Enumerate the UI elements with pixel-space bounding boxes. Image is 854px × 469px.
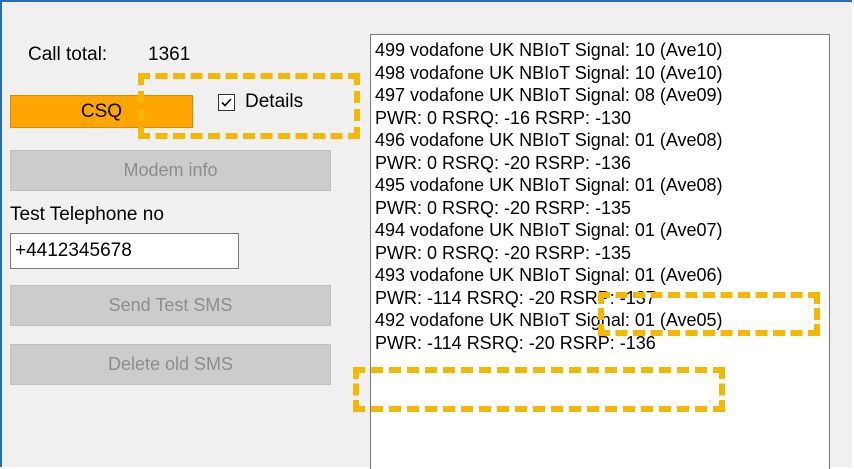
details-checkbox[interactable] — [218, 93, 235, 111]
log-line: 497 vodafone UK NBIoT Signal: 08 (Ave09) — [375, 85, 723, 105]
send-test-sms-button[interactable]: Send Test SMS — [10, 285, 331, 326]
modem-info-button[interactable]: Modem info — [10, 150, 331, 191]
log-line: 494 vodafone UK NBIoT Signal: 01 (Ave07) — [375, 220, 723, 240]
log-line: PWR: 0 RSRQ: -20 RSRP: -135 — [375, 197, 632, 218]
delete-old-sms-button[interactable]: Delete old SMS — [10, 344, 331, 385]
log-line: 496 vodafone UK NBIoT Signal: 01 (Ave08) — [375, 130, 723, 150]
log-line: PWR: -114 RSRQ: -20 RSRP: -136 — [375, 332, 656, 353]
log-line: 498 vodafone UK NBIoT Signal: 10 (Ave10) — [375, 62, 723, 83]
log-line: PWR: 0 RSRQ: -16 RSRP: -130 — [375, 107, 632, 128]
details-checkbox-group[interactable]: Details — [218, 91, 303, 113]
log-line: 499 vodafone UK NBIoT Signal: 10 (Ave10) — [375, 40, 723, 60]
log-line: PWR: 0 RSRQ: -20 RSRP: -136 — [375, 152, 632, 173]
log-line: 493 vodafone UK NBIoT Signal: 01 (Ave06) — [375, 265, 723, 285]
signal-log-listbox[interactable]: 499 vodafone UK NBIoT Signal: 10 (Ave10)… — [370, 34, 830, 469]
call-total-label: Call total: — [28, 44, 108, 65]
csq-button[interactable]: CSQ — [10, 95, 193, 128]
test-telephone-input[interactable]: +4412345678 — [10, 233, 239, 269]
test-telephone-label: Test Telephone no — [10, 204, 164, 225]
details-label: Details — [245, 91, 304, 112]
log-line: 492 vodafone UK NBIoT Signal: 01 (Ave05) — [375, 310, 723, 330]
call-total-value: 1361 — [148, 44, 191, 65]
checkmark-icon — [221, 97, 232, 107]
log-line: 495 vodafone UK NBIoT Signal: 01 (Ave08) — [375, 175, 723, 195]
log-line: PWR: 0 RSRQ: -20 RSRP: -135 — [375, 242, 632, 263]
log-line: PWR: -114 RSRQ: -20 RSRP: -137 — [375, 287, 656, 308]
